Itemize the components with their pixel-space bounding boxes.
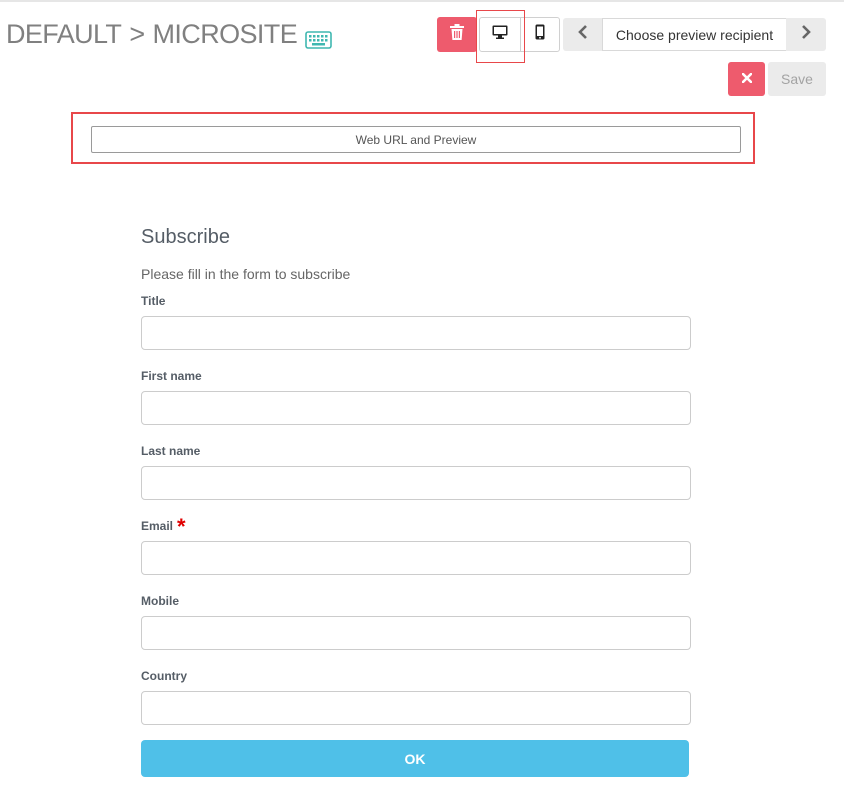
required-marker: * [177, 514, 186, 539]
first-name-label: First name [141, 369, 202, 383]
country-label: Country [141, 669, 187, 683]
chevron-right-icon [801, 25, 811, 44]
desktop-preview-button[interactable] [479, 17, 521, 52]
mobile-phone-icon [535, 24, 545, 45]
mobile-preview-button[interactable] [520, 17, 560, 52]
email-input[interactable] [141, 541, 691, 575]
desktop-monitor-icon [492, 25, 508, 44]
last-name-label: Last name [141, 444, 201, 458]
breadcrumb-separator: > [129, 18, 145, 49]
title-label: Title [141, 294, 166, 308]
preview-recipient-label: Choose preview recipient [615, 26, 774, 43]
web-url-preview-button[interactable]: Web URL and Preview [91, 126, 741, 153]
delete-button[interactable] [437, 17, 477, 52]
chevron-left-icon [578, 25, 588, 44]
submit-ok-button[interactable]: OK [141, 740, 689, 777]
last-name-input[interactable] [141, 466, 691, 500]
first-name-input[interactable] [141, 391, 691, 425]
previous-recipient-button[interactable] [563, 18, 603, 51]
title-input[interactable] [141, 316, 691, 350]
trash-icon [450, 24, 464, 45]
save-button[interactable]: Save [768, 62, 826, 96]
form-title: Subscribe [141, 226, 230, 248]
close-icon [741, 70, 752, 88]
mobile-label: Mobile [141, 594, 179, 608]
breadcrumb-current: MICROSITE [152, 18, 298, 49]
email-label: Email * [141, 514, 186, 539]
country-input[interactable] [141, 691, 691, 725]
cancel-button[interactable] [728, 62, 765, 96]
preview-recipient-select[interactable]: Choose preview recipient [602, 18, 787, 51]
breadcrumb-root[interactable]: DEFAULT [6, 19, 122, 50]
next-recipient-button[interactable] [786, 18, 826, 51]
mobile-input[interactable] [141, 616, 691, 650]
top-divider [0, 0, 844, 2]
keyboard-icon[interactable] [305, 25, 332, 49]
breadcrumb: DEFAULT > MICROSITE [6, 18, 332, 50]
form-description: Please fill in the form to subscribe [141, 266, 351, 282]
